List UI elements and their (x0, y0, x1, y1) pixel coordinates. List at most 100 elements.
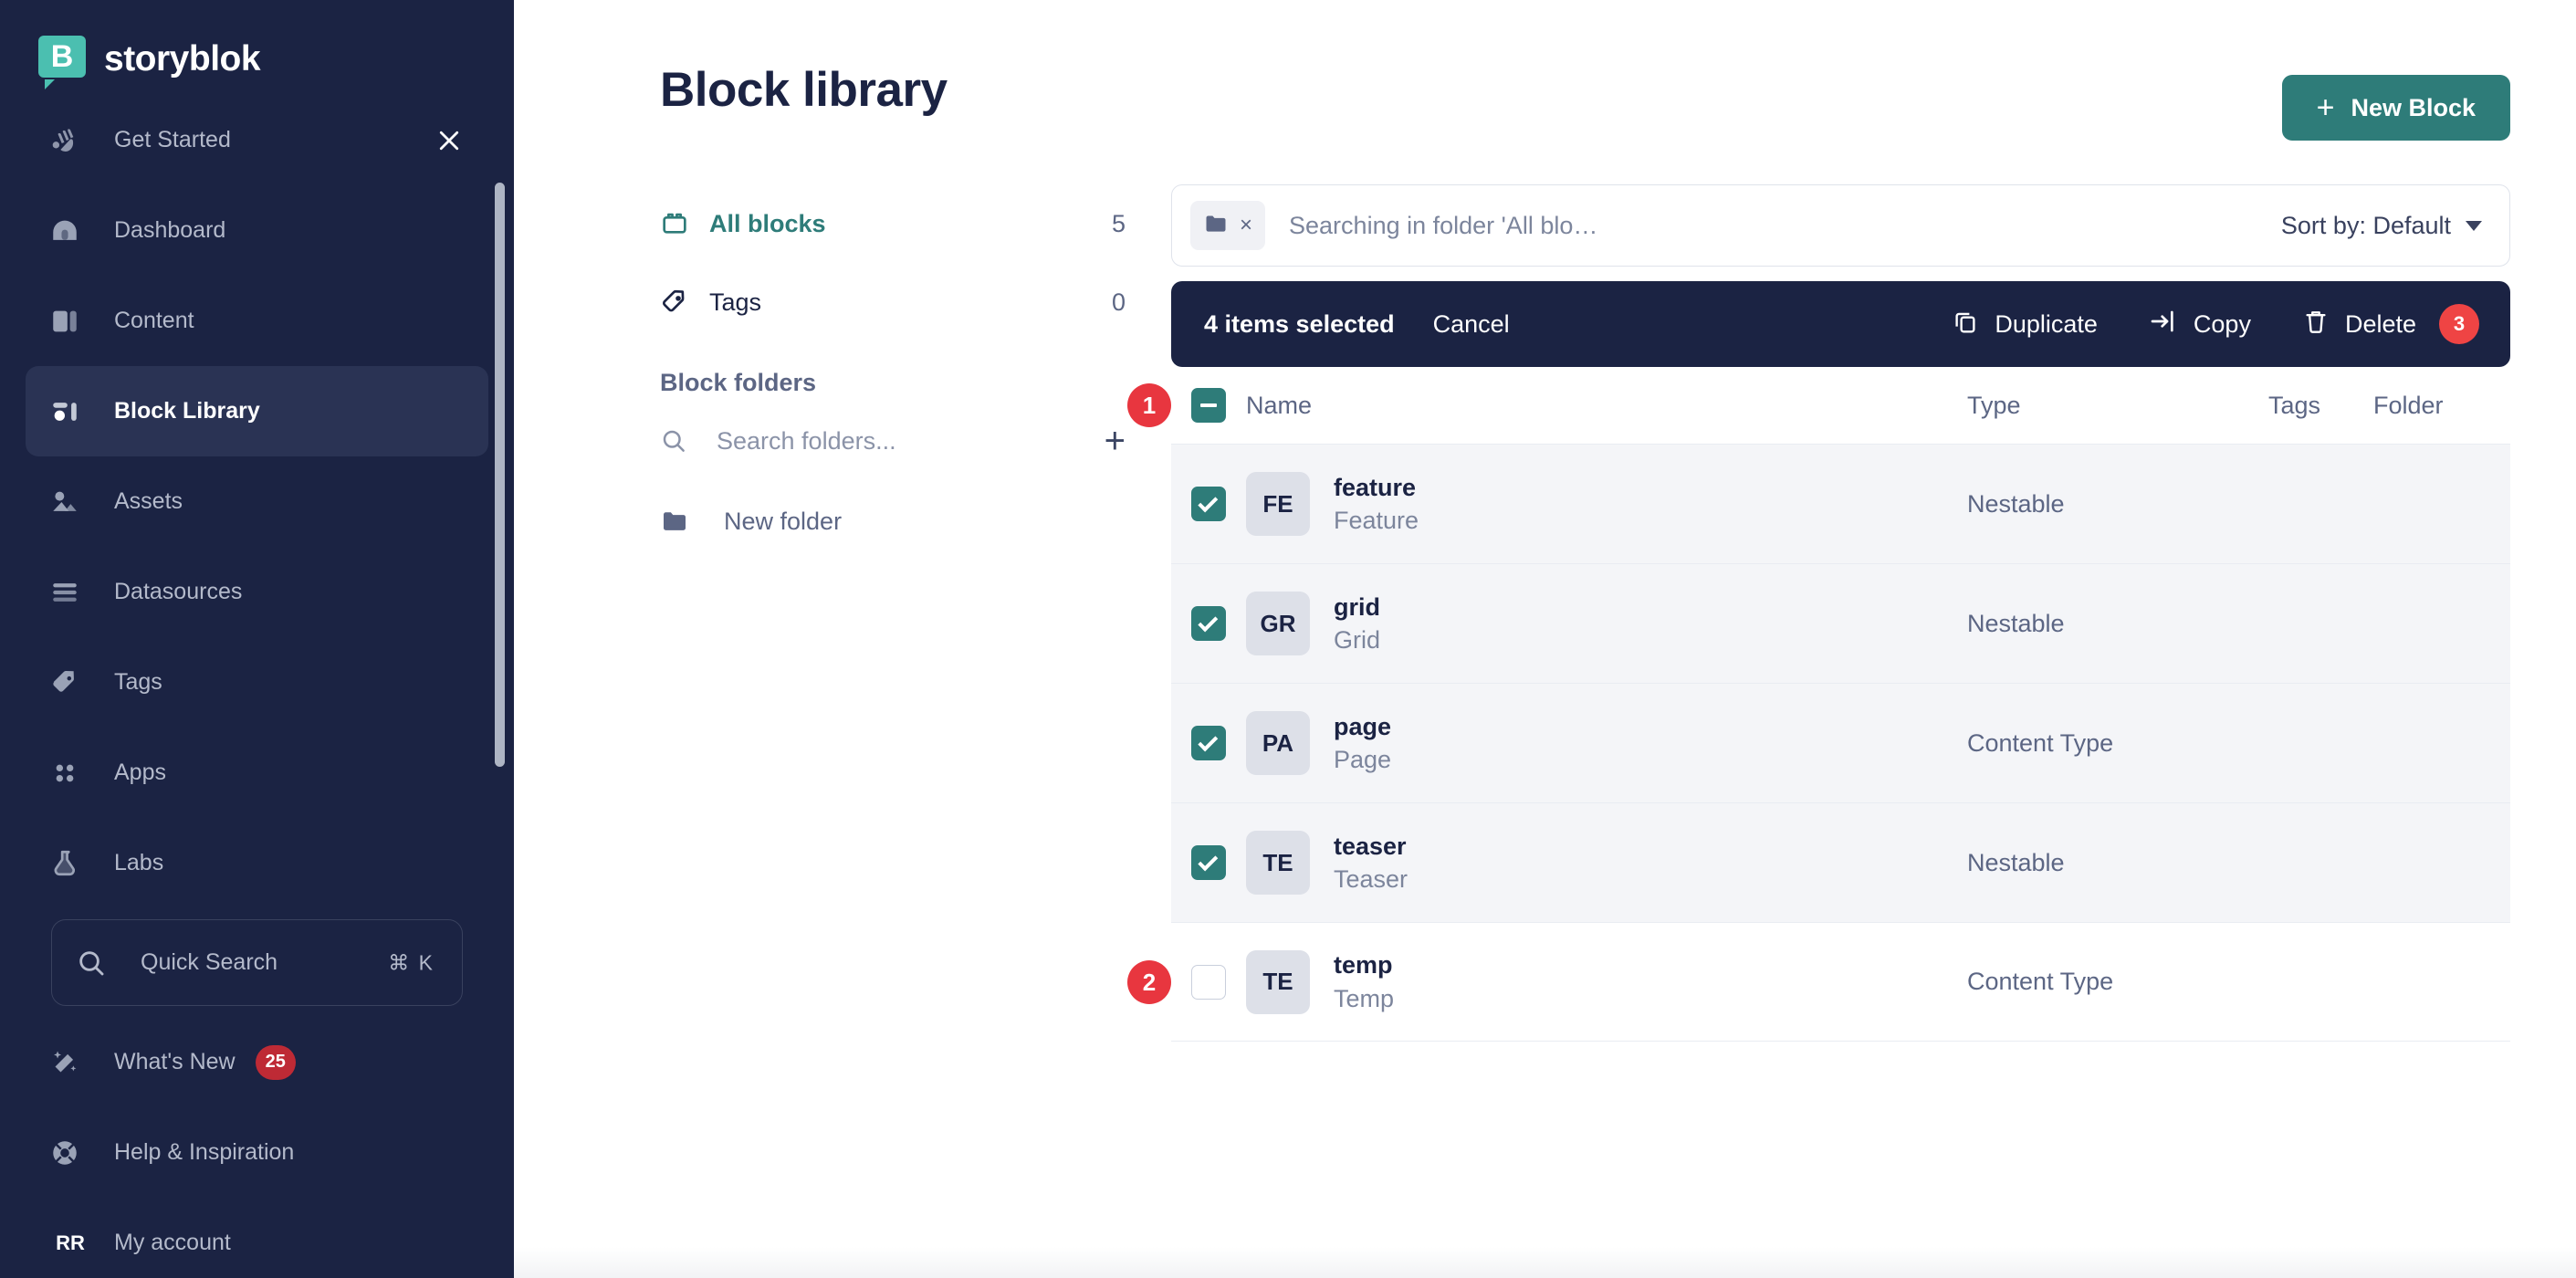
folder-search-placeholder: Search folders... (717, 426, 896, 455)
row-name-cell: GR grid Grid (1246, 591, 1967, 657)
block-initials-badge: FE (1246, 472, 1310, 536)
new-folder-label: New folder (724, 507, 843, 535)
block-name: page (1334, 712, 1392, 740)
column-header-type[interactable]: Type (1967, 392, 2268, 420)
sidebar-item-label: Assets (114, 488, 183, 514)
table-header: 1 Name Type Tags Folder (1127, 367, 2510, 444)
trash-icon (2302, 308, 2330, 341)
duplicate-button[interactable]: Duplicate (1952, 308, 2098, 341)
block-initials-badge: TE (1246, 949, 1310, 1014)
app-root: B storyblok Get Started Dashboard Conten… (0, 0, 2576, 1278)
search-input[interactable]: Searching in folder 'All blo… (1289, 212, 1597, 240)
add-folder-button[interactable]: + (1105, 423, 1126, 459)
row-checkbox[interactable] (1191, 964, 1226, 1000)
table-row[interactable]: PA page Page Content Type (1171, 683, 2510, 802)
row-name-cell: FE feature Feature (1246, 471, 1967, 538)
table-row[interactable]: GR grid Grid Nestable (1171, 563, 2510, 683)
block-display-name: Page (1334, 746, 1392, 773)
sidebar-item-labs[interactable]: Labs (26, 818, 488, 908)
column-header-name[interactable]: Name (1246, 392, 1967, 420)
row-checkbox[interactable] (1191, 606, 1226, 641)
block-name: feature (1334, 473, 1417, 501)
assets-icon (49, 487, 91, 518)
folder-filter-chip[interactable]: × (1190, 201, 1266, 250)
table-row[interactable]: FE feature Feature Nestable (1171, 444, 2510, 563)
search-icon (76, 948, 118, 979)
row-type: Content Type (1967, 968, 2114, 995)
sidebar-nav: Get Started Dashboard Content Block Libr… (0, 95, 514, 1278)
sidebar-item-label: Datasources (114, 579, 243, 604)
new-block-label: New Block (2351, 93, 2476, 121)
block-folders-heading: Block folders (660, 369, 817, 396)
block-initials-badge: TE (1246, 831, 1310, 895)
sidebar-item-content[interactable]: Content (26, 276, 488, 366)
row-checkbox[interactable] (1191, 845, 1226, 880)
sidebar-item-help[interactable]: Help & Inspiration (26, 1107, 488, 1198)
page-header: Block library + New Block (514, 0, 2576, 141)
filter-tags-count: 0 (1111, 288, 1126, 316)
sidebar-item-dashboard[interactable]: Dashboard (26, 185, 488, 276)
sidebar-item-whats-new[interactable]: What's New 25 (26, 1017, 488, 1107)
sidebar-item-tags[interactable]: Tags (26, 637, 488, 728)
quick-search-label: Quick Search (141, 949, 278, 975)
select-all-checkbox[interactable] (1191, 388, 1226, 423)
block-name: teaser (1334, 832, 1407, 860)
filter-tags[interactable]: Tags 0 (660, 263, 1126, 341)
row-checkbox-cell (1191, 726, 1246, 760)
block-display-name: Grid (1334, 626, 1381, 654)
sidebar-item-datasources[interactable]: Datasources (26, 547, 488, 637)
block-name: temp (1334, 951, 1393, 979)
lifebuoy-icon (49, 1137, 91, 1168)
sidebar-item-my-account[interactable]: RR My account (26, 1198, 488, 1278)
sidebar-item-label: Block Library (114, 398, 260, 424)
block-name: grid (1334, 592, 1380, 621)
quick-search-box[interactable]: Quick Search ⌘ K (51, 919, 463, 1006)
bottom-strip (514, 1247, 2576, 1278)
content-columns: All blocks 5 Tags 0 Block folders Search… (514, 141, 2576, 1042)
close-icon[interactable] (434, 125, 465, 156)
copy-button[interactable]: Copy (2149, 307, 2251, 342)
tag-icon (49, 667, 91, 698)
search-bar[interactable]: × Searching in folder 'All blo… Sort by:… (1171, 184, 2510, 267)
block-display-name: Teaser (1334, 865, 1408, 893)
table-row[interactable]: TE teaser Teaser Nestable (1171, 802, 2510, 922)
logo-letter: B (50, 39, 74, 74)
duplicate-icon (1952, 308, 1979, 341)
column-header-folder[interactable]: Folder (2373, 392, 2510, 420)
row-type: Nestable (1967, 489, 2065, 518)
sidebar: B storyblok Get Started Dashboard Conten… (0, 0, 514, 1278)
row-checkbox-cell (1191, 964, 1246, 1000)
quick-search-item[interactable]: Quick Search ⌘ K (52, 920, 462, 1005)
row-name-cell: PA page Page (1246, 710, 1967, 777)
table-row[interactable]: 2 TE temp Temp Content Type (1127, 922, 2510, 1042)
sidebar-item-label: Dashboard (114, 217, 226, 243)
folder-search-row[interactable]: Search folders... + (660, 404, 1126, 477)
sidebar-item-assets[interactable]: Assets (26, 456, 488, 547)
avatar: RR (49, 1222, 91, 1264)
close-icon[interactable]: × (1240, 215, 1252, 236)
sidebar-item-block-library[interactable]: Block Library (26, 366, 488, 456)
block-library-icon (49, 396, 91, 427)
sidebar-scrollbar[interactable] (495, 183, 505, 767)
sidebar-item-apps[interactable]: Apps (26, 728, 488, 818)
row-checkbox-cell (1191, 845, 1246, 880)
row-checkbox-cell (1191, 606, 1246, 641)
delete-button[interactable]: Delete 3 (2302, 304, 2479, 344)
sparkle-wand-icon (49, 1047, 91, 1078)
filter-all-blocks[interactable]: All blocks 5 (660, 184, 1126, 263)
selection-toolbar: 4 items selected Cancel Duplicate Copy D… (1171, 281, 2510, 367)
column-header-tags[interactable]: Tags (2268, 392, 2373, 420)
row-checkbox[interactable] (1191, 726, 1226, 760)
select-all-checkbox-cell (1191, 388, 1246, 423)
row-checkbox[interactable] (1191, 487, 1226, 521)
sidebar-item-get-started[interactable]: Get Started (26, 95, 488, 185)
new-block-button[interactable]: + New Block (2281, 75, 2510, 141)
brand[interactable]: B storyblok (0, 0, 514, 95)
annotation-pin-2: 2 (1127, 960, 1171, 1004)
sort-by-dropdown[interactable]: Sort by: Default (2281, 212, 2482, 240)
new-folder-item[interactable]: New folder (660, 477, 1126, 565)
blocks-table-area: × Searching in folder 'All blo… Sort by:… (1127, 184, 2510, 1042)
cancel-selection-button[interactable]: Cancel (1433, 310, 1510, 339)
page-title: Block library (660, 63, 948, 117)
main-content: Block library + New Block All blocks 5 T… (514, 0, 2576, 1278)
